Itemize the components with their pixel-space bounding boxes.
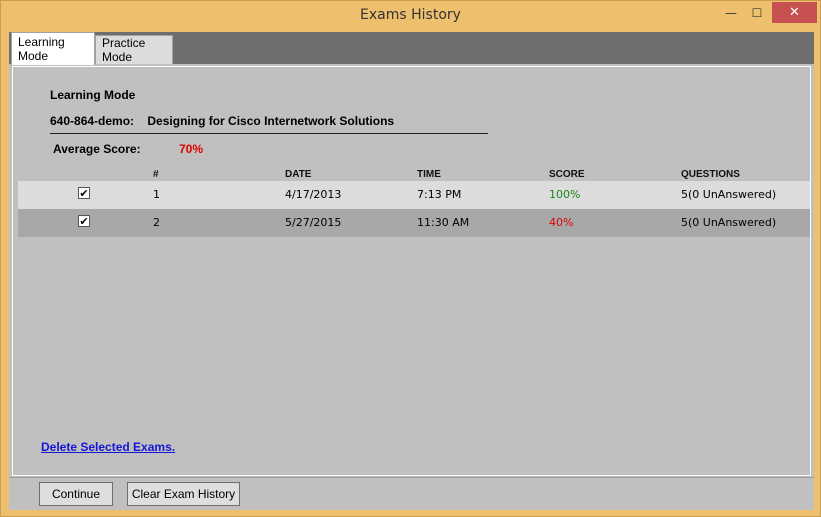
row-time: 11:30 AM	[417, 216, 470, 229]
tab-practice-mode[interactable]: Practice Mode	[95, 35, 173, 64]
tab-strip: Learning Mode Practice Mode	[9, 32, 814, 65]
title-bar[interactable]: Exams History — ☐ ✕	[1, 1, 820, 31]
delete-selected-exams-link[interactable]: Delete Selected Exams.	[41, 440, 175, 454]
row-questions: 5(0 UnAnswered)	[681, 216, 777, 229]
table-row[interactable]: ✔ 2 5/27/2015 11:30 AM 40% 5(0 UnAnswere…	[18, 209, 810, 237]
column-header-score: SCORE	[549, 169, 585, 180]
row-date: 4/17/2013	[285, 188, 342, 201]
average-score-value: 70%	[179, 142, 204, 156]
continue-button[interactable]: Continue	[39, 482, 113, 506]
exam-history-table: # DATE TIME SCORE QUESTIONS ✔ 1 4/17/201…	[18, 158, 810, 237]
row-date: 5/27/2015	[285, 216, 342, 229]
exams-history-window: Exams History — ☐ ✕ Learning Mode Practi…	[0, 0, 821, 517]
checkbox-checked-icon[interactable]: ✔	[78, 215, 90, 227]
close-icon: ✕	[789, 5, 800, 20]
window-title: Exams History	[360, 7, 461, 23]
learning-mode-panel: Learning Mode 640-864-demo: Designing fo…	[12, 66, 811, 476]
button-bar: Continue Clear Exam History	[9, 477, 814, 510]
checkbox-checked-icon[interactable]: ✔	[78, 187, 90, 199]
average-score-label: Average Score:	[53, 142, 141, 156]
client-area: Learning Mode Practice Mode Learning Mod…	[9, 32, 814, 510]
clear-exam-history-button[interactable]: Clear Exam History	[127, 482, 240, 506]
tab-learning-mode[interactable]: Learning Mode	[11, 32, 95, 65]
row-time: 7:13 PM	[417, 188, 462, 201]
column-header-date: DATE	[285, 169, 312, 180]
table-row[interactable]: ✔ 1 4/17/2013 7:13 PM 100% 5(0 UnAnswere…	[18, 181, 810, 209]
column-header-questions: QUESTIONS	[681, 169, 740, 180]
minimize-icon: —	[725, 5, 737, 20]
maximize-button[interactable]: ☐	[744, 2, 770, 23]
row-score: 40%	[549, 216, 574, 229]
row-questions: 5(0 UnAnswered)	[681, 188, 777, 201]
title-divider	[50, 133, 488, 134]
minimize-button[interactable]: —	[718, 2, 744, 23]
exam-name: Designing for Cisco Internetwork Solutio…	[147, 114, 395, 128]
exam-code: 640-864-demo:	[50, 114, 135, 128]
mode-heading: Learning Mode	[50, 88, 136, 102]
table-header: # DATE TIME SCORE QUESTIONS	[18, 158, 810, 181]
close-button[interactable]: ✕	[772, 2, 817, 23]
column-header-number: #	[153, 169, 159, 180]
maximize-icon: ☐	[751, 5, 763, 20]
exam-title: 640-864-demo: Designing for Cisco Intern…	[50, 114, 394, 128]
row-checkbox[interactable]: ✔	[78, 215, 90, 227]
column-header-time: TIME	[417, 169, 441, 180]
row-number: 1	[153, 188, 160, 201]
row-checkbox[interactable]: ✔	[78, 187, 90, 199]
row-score: 100%	[549, 188, 581, 201]
row-number: 2	[153, 216, 160, 229]
